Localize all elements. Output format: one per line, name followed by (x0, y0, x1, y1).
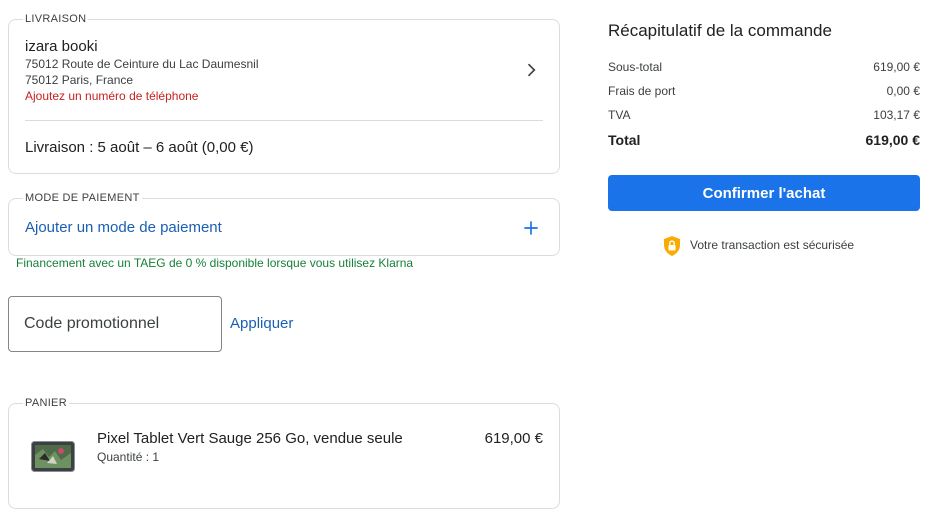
add-payment-method-link[interactable]: Ajouter un mode de paiement (25, 219, 222, 236)
apply-promo-button[interactable]: Appliquer (230, 315, 293, 332)
summary-row-subtotal: Sous-total 619,00 € (608, 60, 920, 74)
shipping-card[interactable]: LIVRAISON izara booki 75012 Route de Cei… (8, 13, 560, 174)
promo-code-field[interactable] (8, 296, 222, 352)
payment-card[interactable]: MODE DE PAIEMENT Ajouter un mode de paie… (8, 192, 560, 256)
product-quantity: Quantité : 1 (97, 450, 160, 464)
summary-label: TVA (608, 108, 631, 122)
chevron-right-icon[interactable] (521, 60, 541, 80)
summary-value: 0,00 € (886, 84, 920, 98)
plus-icon[interactable] (521, 218, 541, 238)
summary-row-shipping: Frais de port 0,00 € (608, 84, 920, 98)
secure-transaction-text: Votre transaction est sécurisée (690, 238, 855, 252)
address-line-2: 75012 Paris, France (25, 73, 134, 87)
shield-lock-icon (664, 236, 680, 256)
confirm-purchase-button[interactable]: Confirmer l'achat (608, 175, 920, 211)
product-price: 619,00 € (484, 430, 543, 447)
cart-card: PANIER Pixel Tablet Vert Sauge 256 Go, v… (8, 397, 560, 509)
product-name: Pixel Tablet Vert Sauge 256 Go, vendue s… (97, 430, 403, 447)
payment-legend: MODE DE PAIEMENT (23, 192, 142, 205)
divider (25, 120, 543, 121)
cart-legend: PANIER (23, 397, 69, 410)
summary-value: 103,17 € (873, 108, 920, 122)
add-phone-link[interactable]: Ajoutez un numéro de téléphone (25, 89, 198, 103)
total-label: Total (608, 132, 641, 148)
summary-title: Récapitulatif de la commande (608, 21, 832, 40)
financing-note: Financement avec un TAEG de 0 % disponib… (16, 256, 414, 270)
summary-value: 619,00 € (873, 60, 920, 74)
product-thumbnail (31, 441, 75, 472)
summary-row-total: Total 619,00 € (608, 132, 920, 148)
shipping-legend: LIVRAISON (23, 13, 89, 26)
promo-code-input[interactable] (9, 297, 204, 351)
summary-label: Sous-total (608, 60, 663, 74)
total-value: 619,00 € (865, 132, 921, 148)
delivery-estimate: Livraison : 5 août – 6 août (0,00 €) (25, 139, 254, 156)
recipient-name: izara booki (25, 38, 98, 55)
summary-label: Frais de port (608, 84, 676, 98)
summary-row-tax: TVA 103,17 € (608, 108, 920, 122)
address-line-1: 75012 Route de Ceinture du Lac Daumesnil (25, 57, 259, 71)
